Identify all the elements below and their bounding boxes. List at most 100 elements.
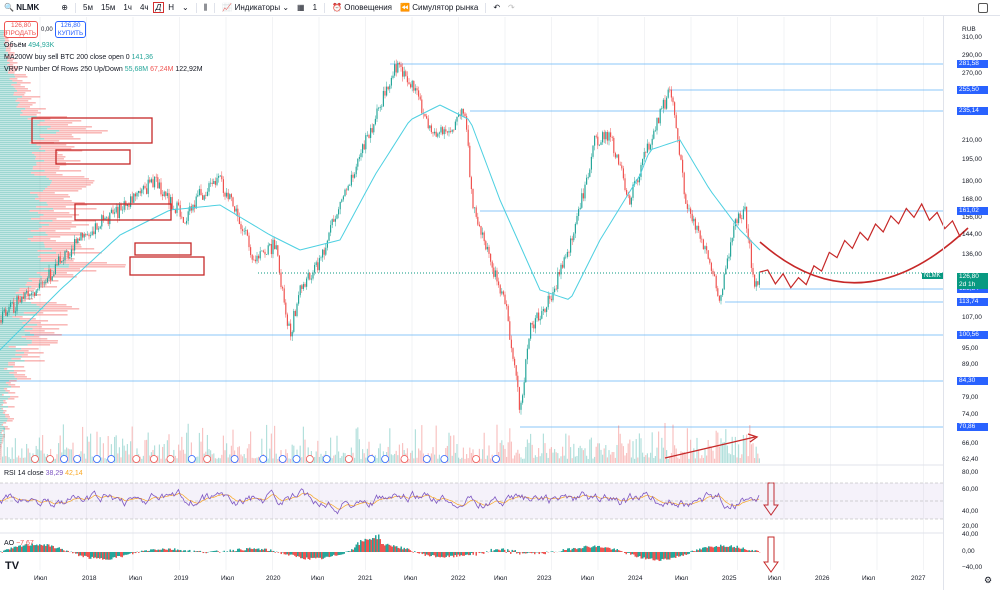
ao-histogram-bar [241,550,243,552]
event-marker-icon[interactable] [472,455,480,463]
event-marker-icon[interactable] [150,455,158,463]
ao-histogram-bar [150,549,152,552]
event-marker-icon[interactable] [292,455,301,463]
volume-profile-down-bar [13,374,26,376]
volume-profile-up-bar [0,270,53,272]
candle [341,199,343,202]
ao-histogram-bar [483,552,485,554]
volume-bar [450,435,452,463]
volume-legend[interactable]: Объём 494,93K [4,42,54,49]
ao-histogram-bar [141,550,143,552]
candle [530,323,532,339]
candle [253,259,255,261]
ao-histogram-bar [693,551,695,552]
ao-histogram-bar [379,539,381,552]
volume-profile-down-bar [11,358,21,360]
highlight-rectangle[interactable] [129,256,205,276]
event-marker-icon[interactable] [381,455,390,463]
event-marker-icon[interactable] [203,455,212,463]
event-marker-icon[interactable] [305,455,314,463]
volume-bar [165,458,167,463]
ao-histogram-bar [397,547,399,552]
ao-histogram-bar [480,552,482,553]
event-marker-icon[interactable] [322,455,331,463]
volume-profile-up-bar [0,336,22,338]
volume-bar [398,444,400,463]
event-marker-icon[interactable] [187,455,196,463]
ao-histogram-bar [466,552,468,555]
ao-histogram-bar [66,550,68,552]
candle [112,209,114,214]
event-marker-icon[interactable] [344,455,353,463]
event-marker-icon[interactable] [492,455,500,463]
volume-profile-up-bar [0,226,42,228]
candle [40,282,42,284]
candle [534,318,536,329]
highlight-rectangle[interactable] [134,242,192,256]
volume-profile-down-bar [14,74,26,76]
volume-bar [506,456,508,463]
event-marker-icon[interactable] [400,455,409,463]
volume-bar [653,457,655,463]
volume-profile-up-bar [0,294,23,296]
volume-bar [722,442,724,463]
candle [197,195,199,197]
ao-histogram-bar [319,552,321,558]
event-marker-icon[interactable] [107,455,116,463]
ao-legend[interactable]: AO −7,67 [4,540,34,547]
volume-profile-up-bar [0,222,40,224]
candle [418,90,420,97]
event-marker-icon[interactable] [60,455,68,463]
buy-button[interactable]: 126,80 КУПИТЬ [55,21,86,38]
candle [218,176,220,178]
volume-profile-up-bar [0,208,54,210]
event-marker-icon[interactable] [73,455,82,463]
candle [11,302,13,303]
candle [414,88,416,91]
event-marker-icon[interactable] [422,455,431,463]
volume-profile-down-bar [68,266,126,268]
volume-bar [533,457,535,463]
ma-legend[interactable]: MA200W buy sell BTC 200 close open 0 141… [4,54,153,61]
volume-bar [357,427,359,463]
candle [722,289,724,296]
ao-histogram-bar [292,552,294,555]
ao-histogram-bar [579,548,581,552]
candle [474,207,476,209]
ao-histogram-bar [658,552,660,562]
volume-profile-up-bar [0,116,37,118]
volume-bar [221,454,223,463]
event-marker-icon[interactable] [31,455,39,463]
currency-selector[interactable]: RUB [962,26,976,33]
event-marker-icon[interactable] [278,455,287,463]
event-marker-icon[interactable] [132,455,141,463]
volume-bar [755,446,757,463]
volume-bar [416,457,418,463]
rsi-legend[interactable]: RSI 14 close 38,29 42,14 [4,470,83,477]
chart-canvas[interactable] [0,0,1000,590]
highlight-rectangle[interactable] [55,149,131,165]
down-arrow-icon[interactable] [763,536,779,573]
event-marker-icon[interactable] [166,455,175,463]
sell-button[interactable]: 126,80 ПРОДАТЬ [4,21,38,38]
candle [738,213,740,224]
vrvp-legend[interactable]: VRVP Number Of Rows 250 Up/Down 55,68M 6… [4,66,203,73]
volume-bar [354,457,356,463]
price-axis[interactable]: RUB 310,00 290,00 270,00 210,00 195,00 180,00… [922,16,1000,590]
event-marker-icon[interactable] [367,455,376,463]
volume-profile-up-bar [0,128,48,130]
event-marker-icon[interactable] [46,455,54,463]
candle [83,234,85,238]
event-marker-icon[interactable] [259,455,268,463]
volume-profile-down-bar [48,224,89,226]
volume-profile-up-bar [0,166,33,168]
highlight-rectangle[interactable] [74,203,172,221]
ao-histogram-bar [126,552,128,555]
ao-histogram-bar [517,552,519,553]
settings-icon[interactable]: ⚙ [984,575,992,586]
candle [709,258,711,263]
event-marker-icon[interactable] [230,455,239,463]
volume-profile-up-bar [0,140,33,142]
event-marker-icon[interactable] [93,455,101,463]
event-marker-icon[interactable] [440,455,449,463]
